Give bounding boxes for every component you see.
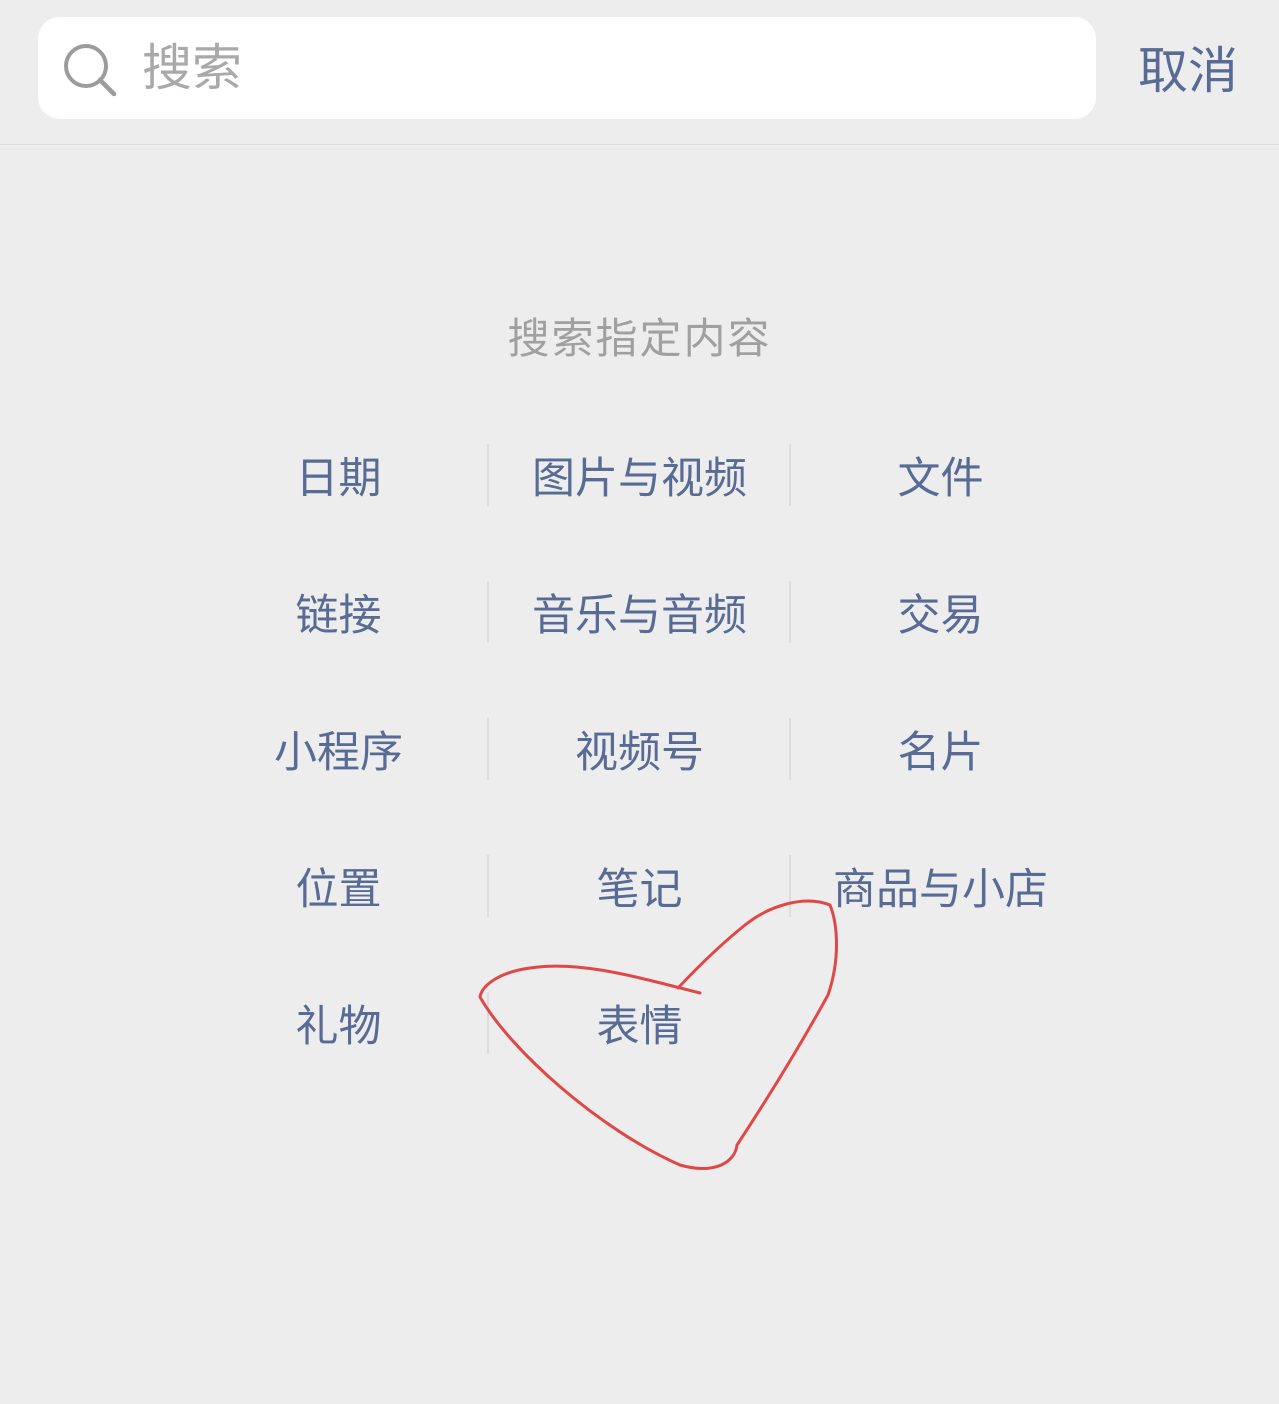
category-transactions[interactable]: 交易: [790, 543, 1091, 680]
column-divider: [487, 855, 489, 917]
category-files[interactable]: 文件: [790, 406, 1091, 543]
category-row: 日期 图片与视频 文件: [188, 406, 1091, 543]
category-empty: [790, 954, 1091, 1091]
search-input[interactable]: [142, 26, 1042, 110]
category-row: 链接 音乐与音频 交易: [188, 543, 1091, 680]
category-links[interactable]: 链接: [188, 543, 489, 680]
category-date[interactable]: 日期: [188, 406, 489, 543]
category-row: 位置 笔记 商品与小店: [188, 817, 1091, 954]
category-location[interactable]: 位置: [188, 817, 489, 954]
category-stickers[interactable]: 表情: [489, 954, 790, 1091]
column-divider: [487, 718, 489, 780]
section-title: 搜索指定内容: [507, 314, 772, 363]
column-divider: [789, 444, 791, 506]
column-divider: [487, 581, 489, 643]
search-header: 取消: [0, 0, 1279, 145]
category-row: 小程序 视频号 名片: [188, 680, 1091, 817]
category-channels[interactable]: 视频号: [489, 680, 790, 817]
category-products-shops[interactable]: 商品与小店: [790, 817, 1091, 954]
column-divider: [487, 444, 489, 506]
search-icon: [64, 44, 117, 97]
column-divider: [789, 718, 791, 780]
column-divider: [789, 855, 791, 917]
column-divider: [789, 581, 791, 643]
category-gifts[interactable]: 礼物: [188, 954, 489, 1091]
category-mini-programs[interactable]: 小程序: [188, 680, 489, 817]
category-contact-cards[interactable]: 名片: [790, 680, 1091, 817]
category-photos-videos[interactable]: 图片与视频: [489, 406, 790, 543]
category-row: 礼物 表情: [188, 954, 1091, 1091]
category-grid: 日期 图片与视频 文件 链接 音乐与音频 交易 小程序 视频号 名片 位置 笔记…: [188, 406, 1091, 1091]
cancel-button[interactable]: 取消: [1130, 36, 1246, 106]
column-divider: [487, 992, 489, 1054]
category-music-audio[interactable]: 音乐与音频: [489, 543, 790, 680]
category-notes[interactable]: 笔记: [489, 817, 790, 954]
